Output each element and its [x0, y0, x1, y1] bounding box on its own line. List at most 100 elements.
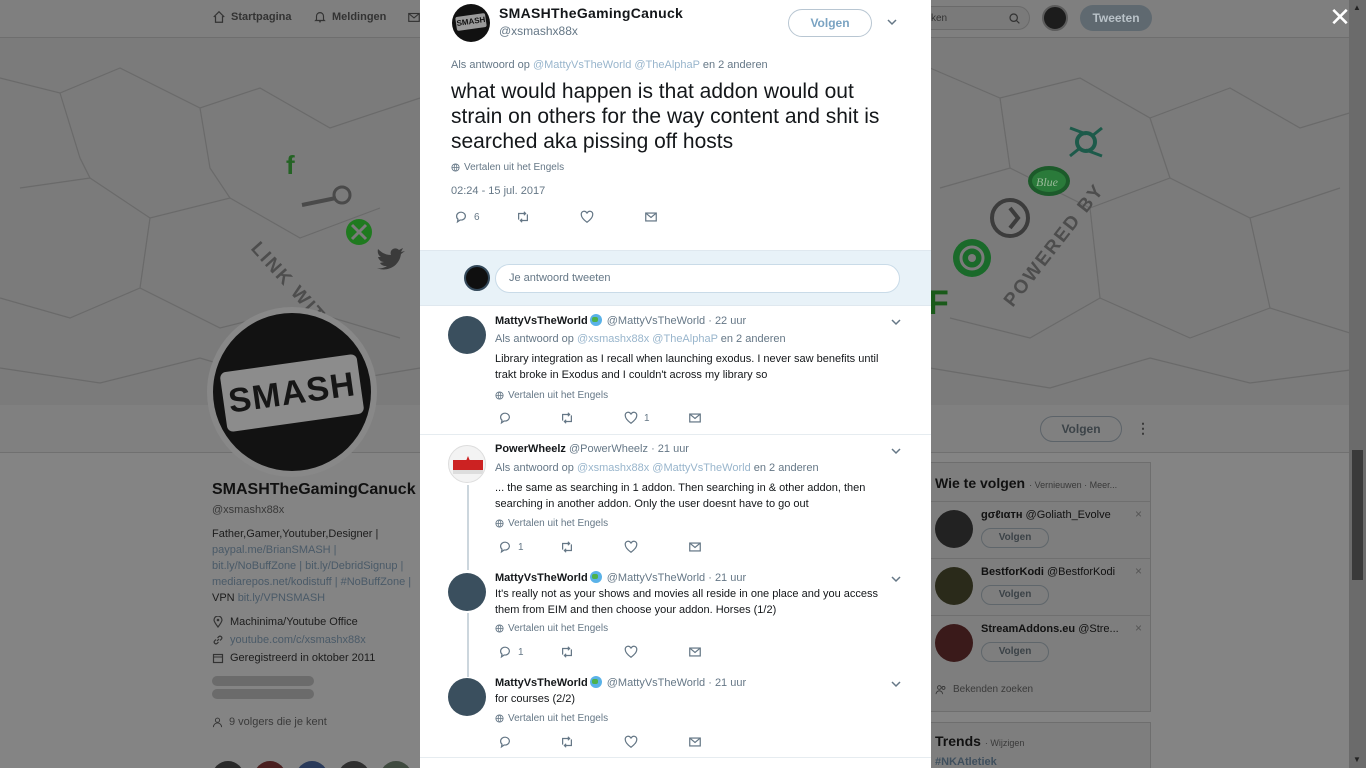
- tweet-author-avatar[interactable]: SMASH: [452, 4, 490, 42]
- like-action[interactable]: [624, 735, 638, 749]
- reply-action[interactable]: [498, 411, 518, 425]
- suggested-follow-button[interactable]: Volgen: [981, 642, 1049, 662]
- tweet-timestamp[interactable]: 02:24 - 15 jul. 2017: [451, 185, 545, 197]
- reply-author-name[interactable]: MattyVsTheWorld: [495, 677, 588, 689]
- suggested-follow-button[interactable]: Volgen: [981, 585, 1049, 605]
- reply-suffix[interactable]: en 2 anderen: [721, 333, 786, 345]
- like-action[interactable]: 1: [624, 411, 650, 425]
- reply-author-handle[interactable]: @PowerWheelz: [569, 443, 648, 455]
- like-action[interactable]: [580, 210, 594, 224]
- follower-avatar[interactable]: [254, 761, 286, 768]
- reply-action[interactable]: 6: [454, 210, 480, 224]
- reply-action[interactable]: [498, 735, 512, 749]
- suggested-avatar[interactable]: [935, 567, 973, 605]
- reply-suffix[interactable]: en 2 anderen: [703, 59, 768, 71]
- more-options-icon[interactable]: ⋮: [1136, 420, 1150, 437]
- follow-button[interactable]: Volgen: [788, 9, 872, 37]
- bio-link-bitly[interactable]: bit.ly/NoBuffZone | bit.ly/DebridSignup …: [212, 558, 420, 574]
- profile-name[interactable]: SMASHTheGamingCanuck: [212, 480, 420, 500]
- chevron-down-icon[interactable]: [890, 445, 902, 457]
- reply-author-avatar[interactable]: [448, 445, 486, 483]
- bio-link-vpn[interactable]: bit.ly/VPNSMASH: [238, 592, 325, 604]
- reply-author-avatar[interactable]: [448, 678, 486, 716]
- like-action[interactable]: [624, 540, 638, 554]
- reply-mentions[interactable]: @MattyVsTheWorld @TheAlphaP: [533, 59, 700, 71]
- translate-link[interactable]: Vertalen uit het Engels: [495, 518, 608, 529]
- profile-website[interactable]: youtube.com/c/xsmashx88x: [212, 634, 420, 646]
- suggested-avatar[interactable]: [935, 510, 973, 548]
- tweet-button[interactable]: Tweeten: [1080, 5, 1152, 31]
- dismiss-icon[interactable]: ×: [1135, 564, 1142, 578]
- reply-author-avatar[interactable]: [448, 573, 486, 611]
- nav-notifications[interactable]: Meldingen: [313, 10, 386, 24]
- tweet-author-handle[interactable]: @xsmashx88x: [499, 24, 578, 38]
- direct-message-action[interactable]: [688, 735, 702, 749]
- translate-link[interactable]: Vertalen uit het Engels: [495, 390, 608, 401]
- profile-avatar[interactable]: SMASH: [207, 307, 377, 477]
- find-friends-link[interactable]: Bekenden zoeken: [935, 684, 1033, 695]
- reply-input[interactable]: Je antwoord tweeten: [495, 264, 900, 293]
- like-action[interactable]: [624, 645, 638, 659]
- retweet-action[interactable]: [560, 411, 574, 425]
- follower-avatar[interactable]: [338, 761, 370, 768]
- suggested-avatar[interactable]: [935, 624, 973, 662]
- scroll-up-arrow-icon[interactable]: ▲: [1353, 3, 1361, 12]
- direct-message-action[interactable]: [688, 645, 702, 659]
- bio-link-mediarepos[interactable]: mediarepos.net/kodistuff | #NoBuffZone |: [212, 574, 420, 590]
- retweet-action[interactable]: [560, 540, 574, 554]
- message-button-placeholder[interactable]: [212, 689, 314, 699]
- chevron-down-icon[interactable]: [890, 316, 902, 328]
- reply-time[interactable]: · 22 uur: [708, 315, 746, 327]
- reply-mentions[interactable]: @xsmashx88x @TheAlphaP: [577, 333, 718, 345]
- retweet-action[interactable]: [560, 735, 574, 749]
- followers-you-know[interactable]: 9 volgers die je kent: [212, 716, 420, 728]
- reply-tweet[interactable]: MattyVsTheWorld @MattyVsTheWorld · 22 uu…: [420, 306, 931, 435]
- reply-action[interactable]: 1: [498, 540, 524, 554]
- account-avatar[interactable]: [1042, 5, 1068, 31]
- follower-avatar[interactable]: [296, 761, 328, 768]
- tweet-to-button-placeholder[interactable]: [212, 676, 314, 686]
- bio-link-paypal[interactable]: paypal.me/BrianSMASH |: [212, 542, 420, 558]
- reply-author-handle[interactable]: @MattyVsTheWorld: [607, 677, 705, 689]
- scrollbar-thumb[interactable]: [1352, 450, 1363, 580]
- profile-follow-button[interactable]: Volgen: [1040, 416, 1122, 442]
- retweet-action[interactable]: [516, 210, 530, 224]
- translate-link[interactable]: Vertalen uit het Engels: [495, 713, 608, 724]
- dismiss-icon[interactable]: ×: [1135, 507, 1142, 521]
- translate-link[interactable]: Vertalen uit het Engels: [451, 162, 564, 173]
- suggested-name[interactable]: StreamAddons.eu @Stre...: [981, 623, 1119, 635]
- scroll-down-arrow-icon[interactable]: ▼: [1353, 755, 1361, 764]
- reply-time[interactable]: · 21 uur: [651, 443, 689, 455]
- follower-avatar[interactable]: [380, 761, 412, 768]
- tweet-author-name[interactable]: SMASHTheGamingCanuck: [499, 5, 683, 21]
- direct-message-action[interactable]: [644, 210, 658, 224]
- chevron-down-icon[interactable]: [890, 678, 902, 690]
- reply-mentions[interactable]: @xsmashx88x @MattyVsTheWorld: [577, 462, 751, 474]
- suggested-name[interactable]: BestforKodi @BestforKodi: [981, 566, 1115, 578]
- trend-item[interactable]: #NKAtletiek: [935, 756, 997, 768]
- search-box[interactable]: ken: [920, 6, 1030, 30]
- reply-time[interactable]: · 21 uur: [708, 572, 746, 584]
- nav-home[interactable]: Startpagina: [212, 10, 292, 24]
- translate-link[interactable]: Vertalen uit het Engels: [495, 623, 608, 634]
- retweet-action[interactable]: [560, 645, 574, 659]
- reply-author-name[interactable]: PowerWheelz: [495, 443, 566, 455]
- suggested-follow-button[interactable]: Volgen: [981, 528, 1049, 548]
- direct-message-action[interactable]: [688, 540, 702, 554]
- profile-website-link[interactable]: youtube.com/c/xsmashx88x: [230, 634, 366, 646]
- reply-author-handle[interactable]: @MattyVsTheWorld: [607, 315, 705, 327]
- reply-time[interactable]: · 21 uur: [708, 677, 746, 689]
- reply-author-handle[interactable]: @MattyVsTheWorld: [607, 572, 705, 584]
- close-modal-icon[interactable]: ✕: [1328, 4, 1352, 30]
- nav-messages[interactable]: [407, 10, 421, 24]
- reply-suffix[interactable]: en 2 anderen: [754, 462, 819, 474]
- who-to-follow-links[interactable]: · Vernieuwen · Meer...: [1029, 480, 1117, 490]
- direct-message-action[interactable]: [688, 411, 702, 425]
- page-scrollbar[interactable]: ▲ ▼: [1349, 0, 1366, 768]
- reply-action[interactable]: 1: [498, 645, 524, 659]
- reply-author-avatar[interactable]: [448, 316, 486, 354]
- suggested-name[interactable]: gσℓιαтн @Goliath_Evolve: [981, 509, 1111, 521]
- reply-author-name[interactable]: MattyVsTheWorld: [495, 572, 588, 584]
- reply-author-name[interactable]: MattyVsTheWorld: [495, 315, 588, 327]
- chevron-down-icon[interactable]: [886, 16, 898, 28]
